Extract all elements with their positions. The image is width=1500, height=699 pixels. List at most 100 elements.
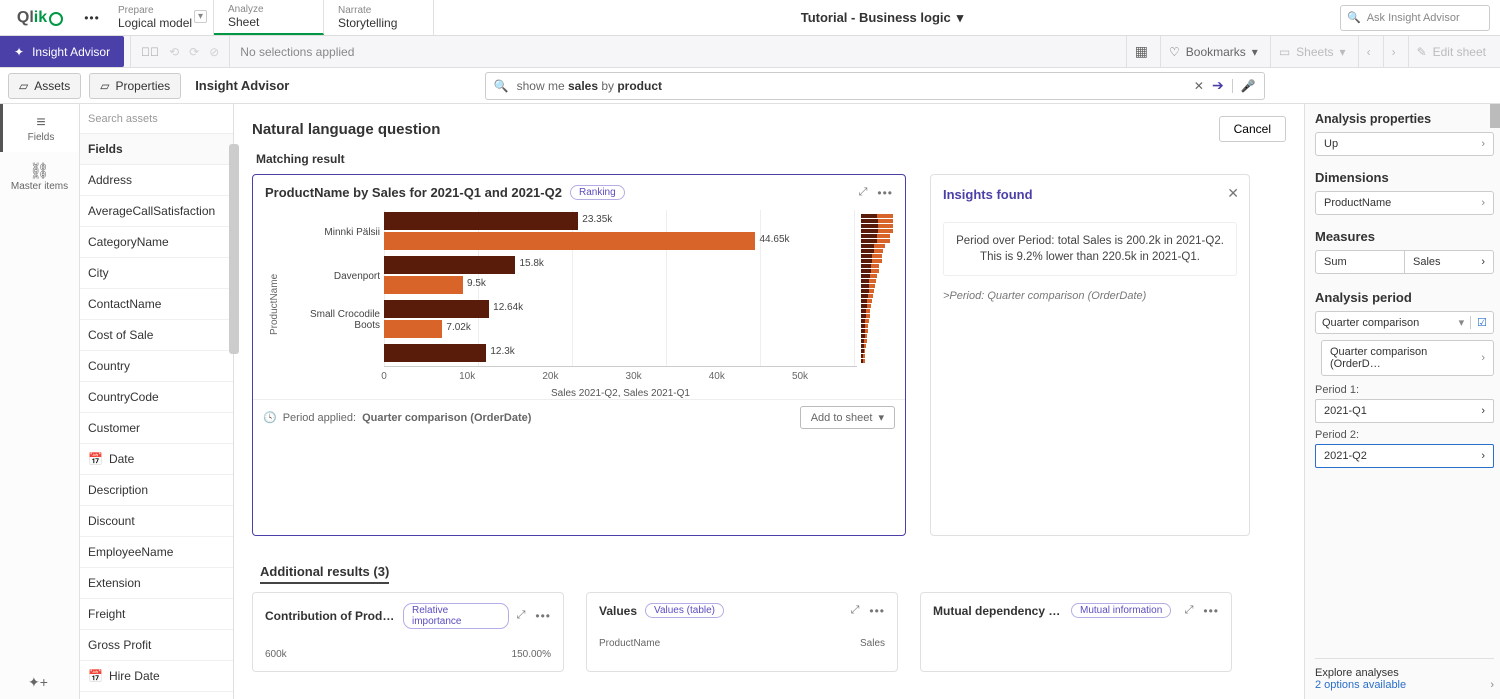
chart-ylabel: ProductName <box>265 210 284 399</box>
edit-sheet-button[interactable]: ✎ Edit sheet <box>1408 36 1494 67</box>
assets-button[interactable]: ▱ Assets <box>8 73 81 99</box>
up-chip[interactable]: Up › <box>1315 132 1494 156</box>
bookmarks-button[interactable]: ♡ Bookmarks ▾ <box>1160 36 1266 67</box>
selections-tool-icon[interactable]: �⃞ <box>141 45 159 59</box>
x-tick: 40k <box>709 371 725 382</box>
next-sheet-button[interactable]: › <box>1392 45 1396 59</box>
assets-search-input[interactable]: Search assets <box>80 104 233 134</box>
chart-bar[interactable]: 9.5k <box>384 276 857 294</box>
nav-tab-storytelling[interactable]: Narrate Storytelling <box>324 0 434 35</box>
insight-advisor-button[interactable]: ✦ Insight Advisor <box>0 36 124 67</box>
field-item[interactable]: 📅Hire Date <box>80 661 233 692</box>
field-item[interactable]: CategoryName <box>80 227 233 258</box>
fields-header: Fields <box>80 134 233 165</box>
insight-note: >Period: Quarter comparison (OrderDate) <box>943 290 1237 302</box>
field-item[interactable]: Gross Profit <box>80 630 233 661</box>
prev-sheet-button[interactable]: ‹ <box>1367 45 1371 59</box>
field-item[interactable]: Country <box>80 351 233 382</box>
chart-bar[interactable]: 44.65k <box>384 232 857 250</box>
global-search-input[interactable]: 🔍 Ask Insight Advisor <box>1340 5 1490 31</box>
search-icon: 🔍 <box>494 79 509 93</box>
add-to-sheet-button[interactable]: Add to sheet ▾ <box>800 406 895 429</box>
card-right-value: Sales <box>860 638 885 649</box>
chart-bar[interactable]: 7.02k <box>384 320 857 338</box>
field-item[interactable]: City <box>80 258 233 289</box>
explore-analyses-block[interactable]: Explore analyses 2 options available › <box>1315 658 1494 691</box>
field-item[interactable]: ContactName <box>80 289 233 320</box>
chart-bar[interactable]: 23.35k <box>384 212 857 230</box>
period1-dropdown[interactable]: 2021-Q1 › <box>1315 399 1494 423</box>
chevron-down-icon[interactable]: ▾ <box>194 10 207 23</box>
chart-bar[interactable]: 12.3k <box>384 344 857 362</box>
field-item[interactable]: CountryCode <box>80 382 233 413</box>
nav-tab-logical-model[interactable]: Prepare Logical model ▾ <box>104 0 214 35</box>
expand-icon[interactable]: ⤢ <box>851 604 860 618</box>
nav-tab-sheet[interactable]: Analyze Sheet <box>214 0 324 35</box>
card-menu-button[interactable]: ••• <box>535 609 551 623</box>
period1-label: Period 1: <box>1315 384 1494 396</box>
chevron-right-icon: › <box>1481 197 1485 209</box>
chart-bar[interactable]: 15.8k <box>384 256 857 274</box>
period2-dropdown[interactable]: 2021-Q2 › <box>1315 444 1494 468</box>
cancel-button[interactable]: Cancel <box>1219 116 1286 142</box>
field-item[interactable]: 📅Date <box>80 444 233 475</box>
field-item[interactable]: Extension <box>80 568 233 599</box>
chevron-right-icon: › <box>1481 138 1485 150</box>
dimensions-section-label: Dimensions <box>1315 170 1494 185</box>
result-card[interactable]: Values Values (table) ⤢ ••• ProductName … <box>586 592 898 672</box>
search-text: show me sales by product <box>517 79 1186 93</box>
period-comparison-dropdown[interactable]: Quarter comparison ▾ ☑ <box>1315 311 1494 334</box>
app-title[interactable]: Tutorial - Business logic ▾ <box>434 0 1330 35</box>
pencil-icon: ✎ <box>1417 45 1427 59</box>
grid-icon[interactable]: ▦ <box>1135 43 1148 60</box>
expand-icon[interactable]: ⤢ <box>1185 604 1194 618</box>
checkbox-icon[interactable]: ☑ <box>1470 316 1487 329</box>
insights-title: Insights found <box>943 187 1237 202</box>
app-menu-button[interactable]: ••• <box>80 0 104 35</box>
microphone-icon[interactable]: 🎤 <box>1232 79 1256 93</box>
step-forward-icon[interactable]: ⟳ <box>189 45 199 59</box>
card-menu-button[interactable]: ••• <box>869 604 885 618</box>
dimension-chip[interactable]: ProductName › <box>1315 191 1494 215</box>
period-comparison-full-chip[interactable]: Quarter comparison (OrderD… › <box>1321 340 1494 376</box>
measure-agg: Sum <box>1324 256 1347 268</box>
props-scrollbar[interactable] <box>1490 104 1500 128</box>
chart-bar-label: 9.5k <box>467 278 486 289</box>
chart-minimap[interactable] <box>861 210 893 399</box>
notes-button[interactable]: ✦+ <box>28 674 48 691</box>
field-item[interactable]: EmployeeName <box>80 537 233 568</box>
insight-advisor-label: Insight Advisor <box>181 78 289 93</box>
field-name: City <box>88 266 109 280</box>
close-insights-button[interactable]: ✕ <box>1227 185 1239 202</box>
sheets-button[interactable]: ▭ Sheets ▾ <box>1270 36 1354 67</box>
expand-icon[interactable]: ⤢ <box>517 609 526 623</box>
card-menu-button[interactable]: ••• <box>1203 604 1219 618</box>
result-card[interactable]: Contribution of Product… Relative import… <box>252 592 564 672</box>
expand-icon[interactable]: ⤢ <box>859 186 868 200</box>
properties-button[interactable]: ▱ Properties <box>89 73 181 99</box>
field-item[interactable]: Customer <box>80 413 233 444</box>
field-item[interactable]: Address <box>80 165 233 196</box>
measure-chip[interactable]: Sum Sales › <box>1315 250 1494 274</box>
step-back-icon[interactable]: ⟲ <box>169 45 179 59</box>
chart-bar-label: 15.8k <box>519 258 543 269</box>
field-item[interactable]: AverageCallSatisfaction <box>80 196 233 227</box>
clear-search-icon[interactable]: ✕ <box>1194 79 1204 93</box>
chart-bar[interactable]: 12.64k <box>384 300 857 318</box>
card-left-value: 600k <box>265 649 287 660</box>
explore-link[interactable]: 2 options available <box>1315 679 1406 691</box>
insight-advisor-search[interactable]: 🔍 show me sales by product ✕ ➔ 🎤 <box>485 72 1265 100</box>
submit-search-icon[interactable]: ➔ <box>1212 77 1224 94</box>
chart-menu-button[interactable]: ••• <box>877 186 893 200</box>
chart-card: ProductName by Sales for 2021-Q1 and 202… <box>252 174 906 536</box>
props-header: Analysis properties <box>1315 112 1494 126</box>
field-item[interactable]: Discount <box>80 506 233 537</box>
result-card[interactable]: Mutual dependency bet… Mutual informatio… <box>920 592 1232 672</box>
clock-icon: 🕓 <box>263 411 277 424</box>
rail-item-fields[interactable]: ≡ Fields <box>0 104 79 152</box>
clear-selections-icon[interactable]: ⊘ <box>209 45 219 59</box>
rail-item-master-items[interactable]: ⛓ Master items <box>0 152 79 200</box>
field-item[interactable]: Freight <box>80 599 233 630</box>
field-item[interactable]: Description <box>80 475 233 506</box>
field-item[interactable]: Cost of Sale <box>80 320 233 351</box>
